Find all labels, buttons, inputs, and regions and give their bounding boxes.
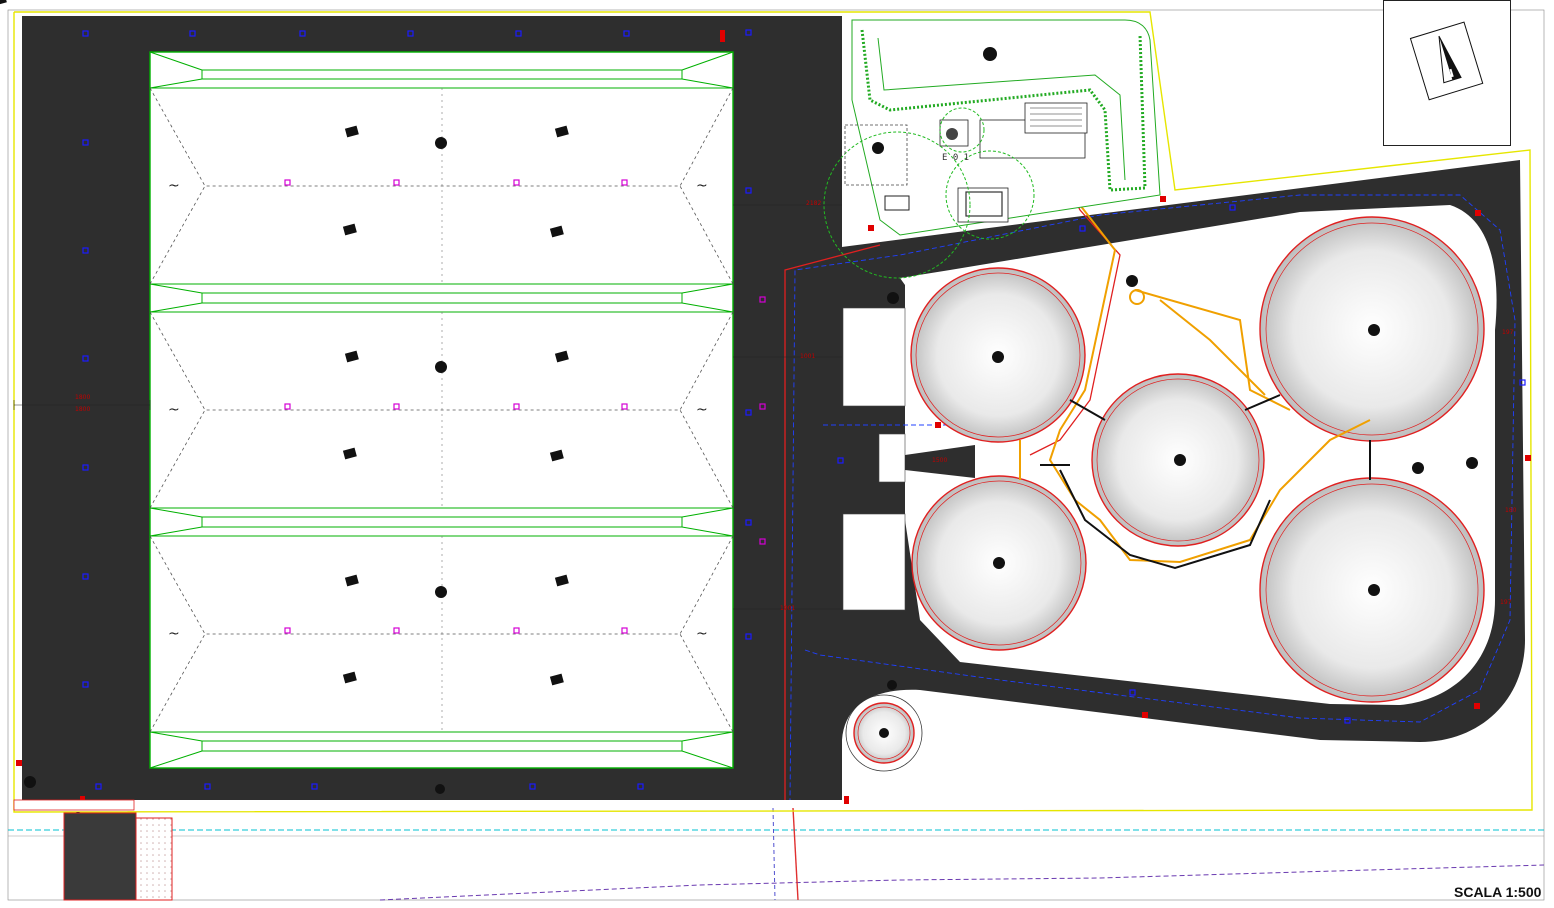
svg-text:~: ~ <box>168 402 180 418</box>
north-arrow-box: N <box>1383 0 1511 146</box>
svg-text:~: ~ <box>168 626 180 642</box>
svg-text:1800: 1800 <box>75 394 90 401</box>
svg-text:~: ~ <box>696 178 708 194</box>
wwtp-label: E 0 1 <box>942 153 969 163</box>
site-plan: ~ ~ ~ ~ ~ ~ E 0 1 1800 1800 2182 1001 10… <box>0 0 1545 901</box>
pv-field: ~ ~ ~ ~ ~ ~ <box>149 51 734 769</box>
svg-text:197: 197 <box>1502 329 1514 336</box>
svg-text:180: 180 <box>1505 507 1517 514</box>
svg-text:~: ~ <box>696 402 708 418</box>
north-arrow-icon: N <box>1409 21 1484 101</box>
svg-text:1001: 1001 <box>780 605 795 612</box>
svg-text:2182: 2182 <box>806 200 821 207</box>
entrance-strip <box>13 799 173 901</box>
svg-text:197: 197 <box>1500 599 1512 606</box>
svg-text:~: ~ <box>696 626 708 642</box>
svg-text:1500: 1500 <box>932 457 947 464</box>
scale-label: SCALA 1:500 <box>1454 884 1542 900</box>
svg-text:~: ~ <box>168 178 180 194</box>
svg-text:1800: 1800 <box>75 406 90 413</box>
svg-text:1001: 1001 <box>800 353 815 360</box>
